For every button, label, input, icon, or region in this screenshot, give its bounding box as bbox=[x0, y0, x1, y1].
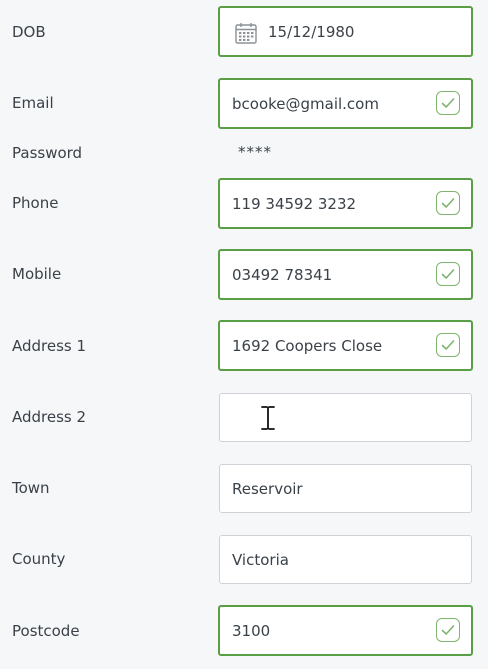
email-field[interactable]: bcooke@gmail.com bbox=[218, 78, 473, 129]
calendar-icon[interactable] bbox=[234, 21, 258, 45]
mobile-label: Mobile bbox=[12, 265, 62, 283]
dob-field[interactable]: 15/12/1980 bbox=[218, 6, 473, 57]
postcode-value: 3100 bbox=[232, 621, 271, 640]
address1-field[interactable]: 1692 Coopers Close bbox=[218, 320, 473, 371]
valid-check-icon bbox=[436, 333, 460, 357]
address2-field[interactable] bbox=[219, 393, 472, 442]
county-field[interactable]: Victoria bbox=[219, 535, 472, 584]
address1-label: Address 1 bbox=[12, 337, 87, 355]
address1-value: 1692 Coopers Close bbox=[232, 336, 383, 355]
town-label: Town bbox=[12, 479, 50, 497]
town-field[interactable]: Reservoir bbox=[219, 464, 472, 513]
county-value: Victoria bbox=[232, 550, 289, 569]
county-label: County bbox=[12, 550, 66, 568]
valid-check-icon bbox=[436, 191, 460, 215]
phone-label: Phone bbox=[12, 194, 59, 212]
phone-field[interactable]: 119 34592 3232 bbox=[218, 178, 473, 229]
valid-check-icon bbox=[436, 618, 460, 642]
valid-check-icon bbox=[436, 91, 460, 115]
dob-value: 15/12/1980 bbox=[268, 22, 355, 41]
phone-value: 119 34592 3232 bbox=[232, 194, 357, 213]
mobile-value: 03492 78341 bbox=[232, 265, 333, 284]
town-value: Reservoir bbox=[232, 479, 303, 498]
postcode-field[interactable]: 3100 bbox=[218, 605, 473, 656]
valid-check-icon bbox=[436, 262, 460, 286]
mobile-field[interactable]: 03492 78341 bbox=[218, 249, 473, 300]
password-label: Password bbox=[12, 144, 83, 162]
text-cursor-icon bbox=[260, 405, 276, 431]
address2-label: Address 2 bbox=[12, 408, 87, 426]
postcode-label: Postcode bbox=[12, 622, 80, 640]
dob-label: DOB bbox=[12, 23, 46, 41]
email-label: Email bbox=[12, 94, 54, 112]
email-value: bcooke@gmail.com bbox=[232, 94, 379, 113]
password-value: **** bbox=[238, 143, 272, 161]
